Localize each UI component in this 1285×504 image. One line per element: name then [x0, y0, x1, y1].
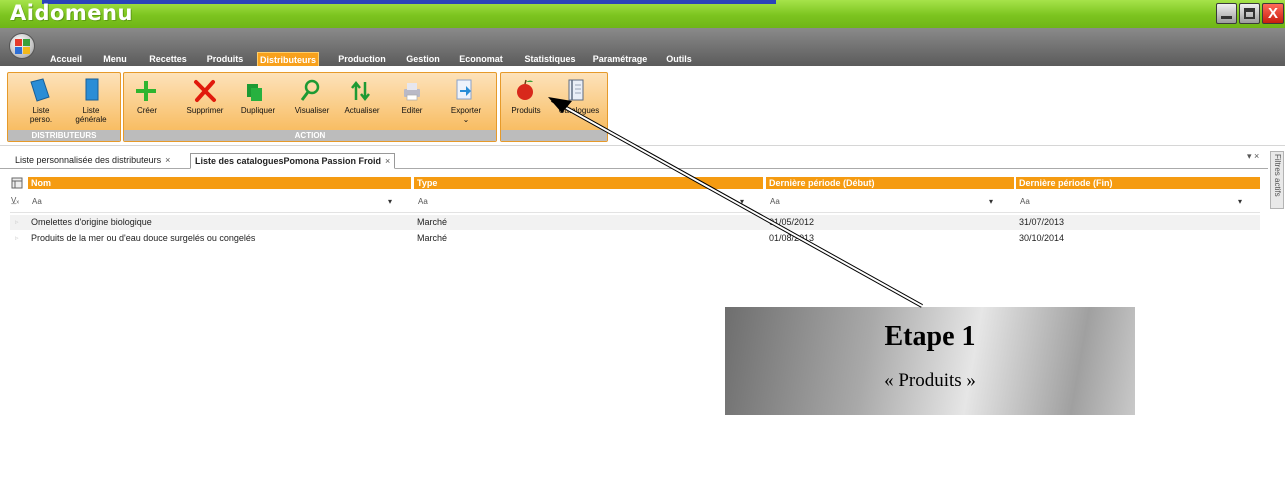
- button-label: Dupliquer: [240, 106, 276, 115]
- creer-button[interactable]: Créer: [130, 106, 164, 115]
- catalogues-button[interactable]: Catalogues: [556, 106, 602, 115]
- side-panel-label: Filtres actifs: [1273, 154, 1282, 197]
- chevron-down-icon[interactable]: ▾: [1238, 197, 1242, 206]
- editer-button[interactable]: Editer: [394, 106, 430, 115]
- row-indicator-icon: ▹: [15, 219, 19, 226]
- filter-type[interactable]: Aa: [418, 197, 428, 206]
- column-header-type[interactable]: Type: [414, 177, 763, 189]
- filter-icon[interactable]: V̲ₓ: [11, 196, 19, 205]
- chevron-down-icon[interactable]: ▾: [388, 197, 392, 206]
- button-label: Actualiser: [344, 106, 380, 115]
- chevron-down-icon: ⌄: [462, 115, 470, 124]
- button-label: Exporter: [450, 106, 482, 115]
- cell-fin: 31/07/2013: [1019, 217, 1065, 227]
- column-header-fin[interactable]: Dernière période (Fin): [1016, 177, 1260, 189]
- side-panel-filtres[interactable]: Filtres actifs: [1270, 151, 1284, 209]
- liste-generale-button[interactable]: Liste générale: [74, 106, 108, 124]
- notebook-icon: [568, 79, 584, 101]
- magnifier-icon: [300, 79, 320, 101]
- cell-fin: 30/10/2014: [1019, 233, 1065, 243]
- chevron-down-icon[interactable]: ▾: [740, 197, 744, 206]
- table-row[interactable]: ▹ Omelettes d'origine biologique Marché …: [10, 215, 1260, 230]
- close-icon[interactable]: ×: [165, 155, 170, 165]
- dupliquer-button[interactable]: Dupliquer: [234, 106, 282, 115]
- button-label: Liste générale: [75, 106, 107, 124]
- filter-nom[interactable]: Aa: [32, 197, 42, 206]
- tab-liste-personnalisee[interactable]: Liste personnalisée des distributeurs ×: [11, 153, 174, 169]
- grid-chooser-icon[interactable]: [11, 177, 25, 189]
- book-icon: [85, 78, 99, 101]
- table-row[interactable]: ▹ Produits de la mer ou d'eau douce surg…: [10, 231, 1260, 246]
- refresh-arrows-icon: [351, 80, 370, 102]
- close-icon[interactable]: ×: [385, 156, 390, 166]
- cell-debut: 01/05/2012: [769, 217, 815, 227]
- actualiser-button[interactable]: Actualiser: [338, 106, 386, 115]
- cell-nom: Omelettes d'origine biologique: [31, 217, 152, 227]
- filter-fin[interactable]: Aa: [1020, 197, 1030, 206]
- visualiser-button[interactable]: Visualiser: [287, 106, 337, 115]
- button-label: Catalogues: [558, 106, 600, 115]
- callout-subtitle: « Produits »: [884, 370, 976, 391]
- button-label: Visualiser: [294, 106, 330, 115]
- cell-type: Marché: [417, 233, 448, 243]
- row-indicator-icon: ▹: [15, 235, 19, 242]
- button-label: Liste perso.: [29, 106, 53, 124]
- plus-icon: [136, 81, 156, 101]
- printer-icon: [404, 83, 420, 101]
- tab-liste-catalogues[interactable]: Liste des cataloguesPomona Passion Froid…: [190, 153, 396, 169]
- cell-type: Marché: [417, 217, 448, 227]
- column-header-nom[interactable]: Nom: [28, 177, 411, 189]
- chevron-down-icon[interactable]: ▾: [989, 197, 993, 206]
- book-icon: [30, 78, 50, 102]
- filter-debut[interactable]: Aa: [770, 197, 780, 206]
- delete-x-icon: [194, 80, 216, 102]
- panel-controls[interactable]: ▾ ×: [1247, 151, 1259, 162]
- duplicate-icon: [247, 84, 262, 101]
- supprimer-button[interactable]: Supprimer: [180, 106, 230, 115]
- button-label: Editer: [401, 106, 423, 115]
- column-header-debut[interactable]: Dernière période (Début): [766, 177, 1014, 189]
- step-callout: Etape 1 « Produits »: [725, 307, 1135, 415]
- export-arrow-icon: [456, 79, 472, 100]
- button-label: Créer: [136, 106, 157, 115]
- liste-perso-button[interactable]: Liste perso.: [24, 106, 58, 124]
- ribbon-icons: [30, 78, 584, 102]
- button-label: Supprimer: [186, 106, 224, 115]
- divider: [10, 212, 1260, 213]
- tab-label: Liste des cataloguesPomona Passion Froid: [195, 156, 382, 166]
- produits-button[interactable]: Produits: [506, 106, 546, 115]
- apple-icon: [517, 79, 533, 100]
- tab-label: Liste personnalisée des distributeurs: [15, 155, 162, 165]
- cell-nom: Produits de la mer ou d'eau douce surgel…: [31, 233, 256, 243]
- button-label: Produits: [511, 106, 541, 115]
- callout-title: Etape 1: [884, 321, 976, 352]
- exporter-button[interactable]: Exporter ⌄: [443, 106, 489, 124]
- columns-icon: [11, 177, 23, 189]
- cell-debut: 01/08/2013: [769, 233, 815, 243]
